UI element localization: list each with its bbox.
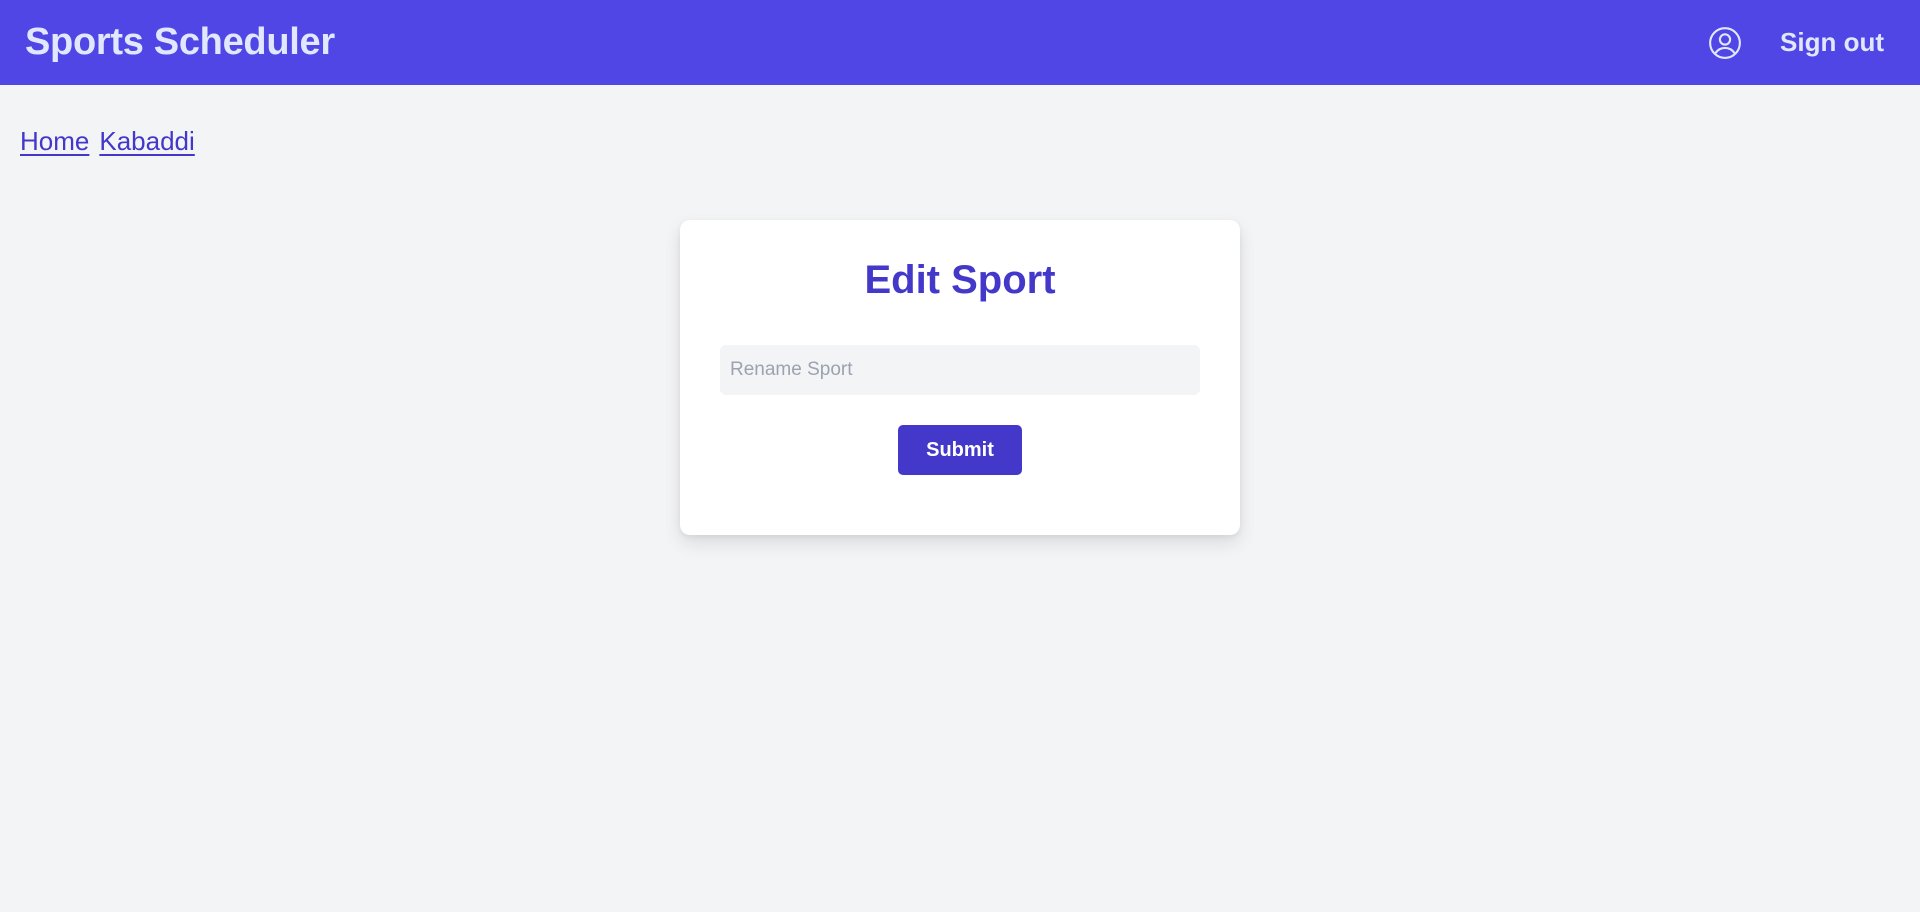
edit-sport-card: Edit Sport Submit: [680, 220, 1240, 535]
sign-out-button[interactable]: Sign out: [1768, 19, 1896, 66]
app-title[interactable]: Sports Scheduler: [25, 21, 335, 64]
navbar: Sports Scheduler Sign out: [0, 0, 1920, 85]
rename-sport-input[interactable]: [720, 345, 1200, 395]
user-circle-icon[interactable]: [1708, 26, 1742, 60]
submit-button[interactable]: Submit: [898, 425, 1022, 475]
nav-actions: Sign out: [1708, 19, 1896, 66]
page-title: Edit Sport: [864, 258, 1056, 302]
breadcrumb-sport-link[interactable]: Kabaddi: [99, 126, 194, 157]
breadcrumb-home-link[interactable]: Home: [20, 126, 89, 157]
breadcrumb: Home Kabaddi: [20, 126, 205, 157]
